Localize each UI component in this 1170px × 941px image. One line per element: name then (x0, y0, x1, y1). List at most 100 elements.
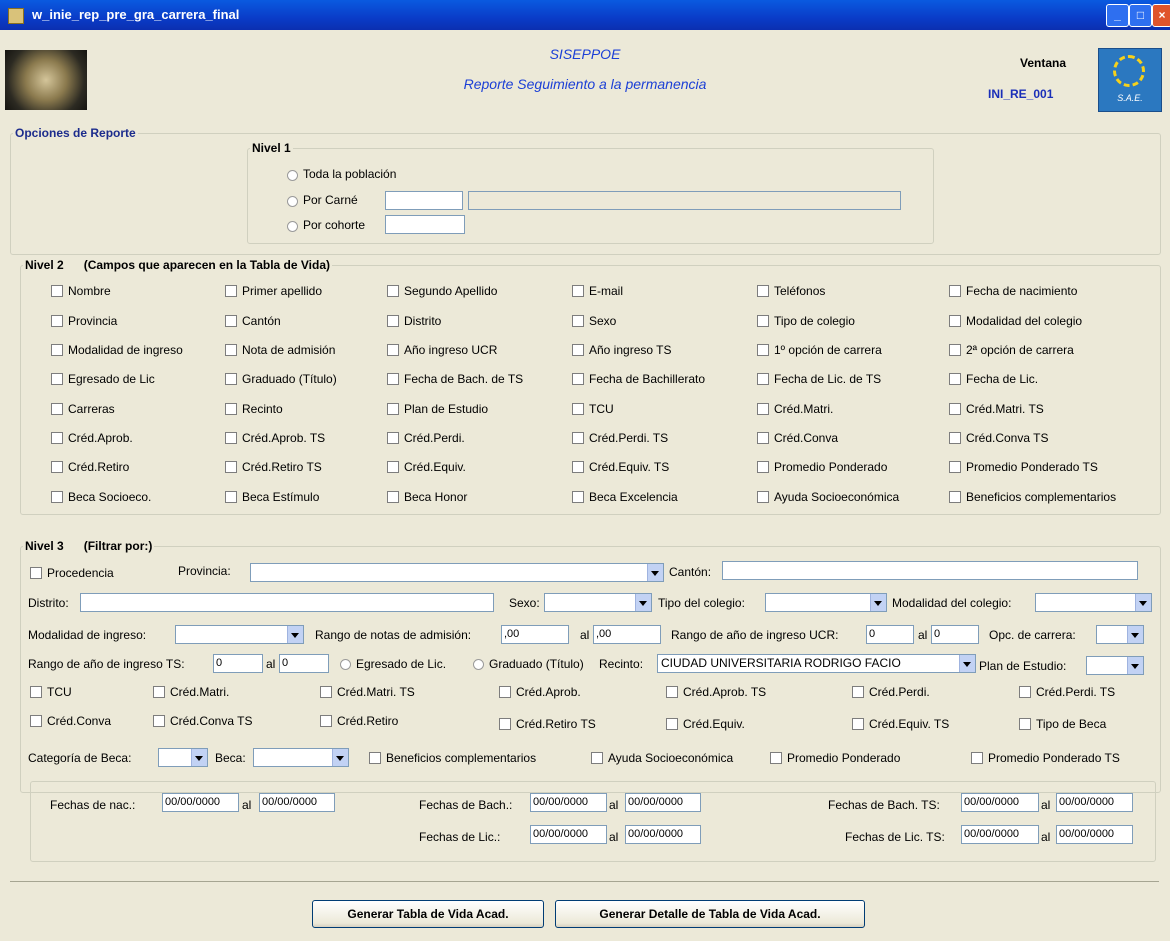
fecha-bach-hasta-input[interactable]: 00/00/0000 (625, 793, 701, 812)
nivel2-item-r1c3-checkbox[interactable] (572, 315, 584, 327)
fecha-nac-hasta-input[interactable]: 00/00/0000 (259, 793, 335, 812)
radio-por-cohorte[interactable] (287, 221, 298, 232)
nivel2-item-r6c4-checkbox[interactable] (757, 461, 769, 473)
canton-input[interactable] (722, 561, 1138, 580)
nivel2-item-r2c4-checkbox[interactable] (757, 344, 769, 356)
filter-row3-item3-checkbox[interactable] (971, 752, 983, 764)
nivel2-item-r7c1-checkbox[interactable] (225, 491, 237, 503)
radio-egresado-lic[interactable] (340, 659, 351, 670)
nivel2-item-r3c0-checkbox[interactable] (51, 373, 63, 385)
nivel2-item-r5c2-checkbox[interactable] (387, 432, 399, 444)
chevron-down-icon[interactable] (1135, 594, 1151, 611)
fecha-lic-ts-desde-input[interactable]: 00/00/0000 (961, 825, 1039, 844)
nivel2-item-r6c5-checkbox[interactable] (949, 461, 961, 473)
tipo-colegio-dropdown[interactable] (765, 593, 887, 612)
filter-row2-item0-checkbox[interactable] (30, 715, 42, 727)
modalidad-colegio-dropdown[interactable] (1035, 593, 1152, 612)
nivel2-item-r0c2-checkbox[interactable] (387, 285, 399, 297)
ucr-hasta-input[interactable]: 0 (931, 625, 979, 644)
fecha-bach-desde-input[interactable]: 00/00/0000 (530, 793, 607, 812)
fecha-lic-desde-input[interactable]: 00/00/0000 (530, 825, 607, 844)
nivel2-item-r3c4-checkbox[interactable] (757, 373, 769, 385)
beca-dropdown[interactable] (253, 748, 349, 767)
ucr-desde-input[interactable]: 0 (866, 625, 914, 644)
modalidad-ingreso-dropdown[interactable] (175, 625, 304, 644)
fecha-bach-ts-hasta-input[interactable]: 00/00/0000 (1056, 793, 1133, 812)
chevron-down-icon[interactable] (870, 594, 886, 611)
chevron-down-icon[interactable] (1127, 626, 1143, 643)
maximize-icon[interactable]: □ (1129, 4, 1152, 27)
sexo-dropdown[interactable] (544, 593, 652, 612)
opc-carrera-dropdown[interactable] (1096, 625, 1144, 644)
procedencia-checkbox[interactable] (30, 567, 42, 579)
chevron-down-icon[interactable] (635, 594, 651, 611)
nivel2-item-r4c2-checkbox[interactable] (387, 403, 399, 415)
filter-row3-item2-checkbox[interactable] (770, 752, 782, 764)
nivel2-item-r1c0-checkbox[interactable] (51, 315, 63, 327)
nivel2-item-r0c4-checkbox[interactable] (757, 285, 769, 297)
fecha-bach-ts-desde-input[interactable]: 00/00/0000 (961, 793, 1039, 812)
filter-row2-item6-checkbox[interactable] (1019, 718, 1031, 730)
nivel2-item-r3c1-checkbox[interactable] (225, 373, 237, 385)
generar-detalle-button[interactable]: Generar Detalle de Tabla de Vida Acad. (555, 900, 865, 928)
nivel2-item-r2c2-checkbox[interactable] (387, 344, 399, 356)
nivel2-item-r6c2-checkbox[interactable] (387, 461, 399, 473)
nivel2-item-r5c3-checkbox[interactable] (572, 432, 584, 444)
cohorte-input[interactable] (385, 215, 465, 234)
nivel2-item-r7c3-checkbox[interactable] (572, 491, 584, 503)
chevron-down-icon[interactable] (647, 564, 663, 581)
nota-desde-input[interactable]: ,00 (501, 625, 569, 644)
nivel2-item-r7c5-checkbox[interactable] (949, 491, 961, 503)
filter-row1-item3-checkbox[interactable] (499, 686, 511, 698)
nivel2-item-r2c0-checkbox[interactable] (51, 344, 63, 356)
nivel2-item-r0c1-checkbox[interactable] (225, 285, 237, 297)
plan-estudio-dropdown[interactable] (1086, 656, 1144, 675)
nivel2-item-r7c2-checkbox[interactable] (387, 491, 399, 503)
ts-hasta-input[interactable]: 0 (279, 654, 329, 673)
chevron-down-icon[interactable] (1127, 657, 1143, 674)
nivel2-item-r3c3-checkbox[interactable] (572, 373, 584, 385)
nivel2-item-r1c1-checkbox[interactable] (225, 315, 237, 327)
filter-row3-item0-checkbox[interactable] (369, 752, 381, 764)
chevron-down-icon[interactable] (959, 655, 975, 672)
filter-row2-item4-checkbox[interactable] (666, 718, 678, 730)
filter-row2-item1-checkbox[interactable] (153, 715, 165, 727)
nota-hasta-input[interactable]: ,00 (593, 625, 661, 644)
chevron-down-icon[interactable] (287, 626, 303, 643)
filter-row2-item5-checkbox[interactable] (852, 718, 864, 730)
nivel2-item-r0c5-checkbox[interactable] (949, 285, 961, 297)
recinto-dropdown[interactable]: CIUDAD UNIVERSITARIA RODRIGO FACIO (657, 654, 976, 673)
nivel2-item-r6c0-checkbox[interactable] (51, 461, 63, 473)
provincia-dropdown[interactable] (250, 563, 664, 582)
close-icon[interactable]: × (1152, 4, 1170, 27)
nivel2-item-r2c1-checkbox[interactable] (225, 344, 237, 356)
nivel2-item-r4c5-checkbox[interactable] (949, 403, 961, 415)
filter-row1-item0-checkbox[interactable] (30, 686, 42, 698)
nivel2-item-r0c0-checkbox[interactable] (51, 285, 63, 297)
ts-desde-input[interactable]: 0 (213, 654, 263, 673)
nivel2-item-r4c4-checkbox[interactable] (757, 403, 769, 415)
filter-row1-item2-checkbox[interactable] (320, 686, 332, 698)
filter-row2-item2-checkbox[interactable] (320, 715, 332, 727)
fecha-nac-desde-input[interactable]: 00/00/0000 (162, 793, 239, 812)
filter-row1-item6-checkbox[interactable] (1019, 686, 1031, 698)
nivel2-item-r3c5-checkbox[interactable] (949, 373, 961, 385)
chevron-down-icon[interactable] (191, 749, 207, 766)
chevron-down-icon[interactable] (332, 749, 348, 766)
fecha-lic-hasta-input[interactable]: 00/00/0000 (625, 825, 701, 844)
carne-input[interactable] (385, 191, 463, 210)
fecha-lic-ts-hasta-input[interactable]: 00/00/0000 (1056, 825, 1133, 844)
nivel2-item-r2c3-checkbox[interactable] (572, 344, 584, 356)
nivel2-item-r5c4-checkbox[interactable] (757, 432, 769, 444)
nivel2-item-r4c0-checkbox[interactable] (51, 403, 63, 415)
nivel2-item-r4c1-checkbox[interactable] (225, 403, 237, 415)
nivel2-item-r5c1-checkbox[interactable] (225, 432, 237, 444)
categoria-beca-dropdown[interactable] (158, 748, 208, 767)
nivel2-item-r1c5-checkbox[interactable] (949, 315, 961, 327)
radio-graduado[interactable] (473, 659, 484, 670)
filter-row1-item1-checkbox[interactable] (153, 686, 165, 698)
generar-tabla-button[interactable]: Generar Tabla de Vida Acad. (312, 900, 544, 928)
nivel2-item-r1c2-checkbox[interactable] (387, 315, 399, 327)
nivel2-item-r6c1-checkbox[interactable] (225, 461, 237, 473)
nivel2-item-r6c3-checkbox[interactable] (572, 461, 584, 473)
